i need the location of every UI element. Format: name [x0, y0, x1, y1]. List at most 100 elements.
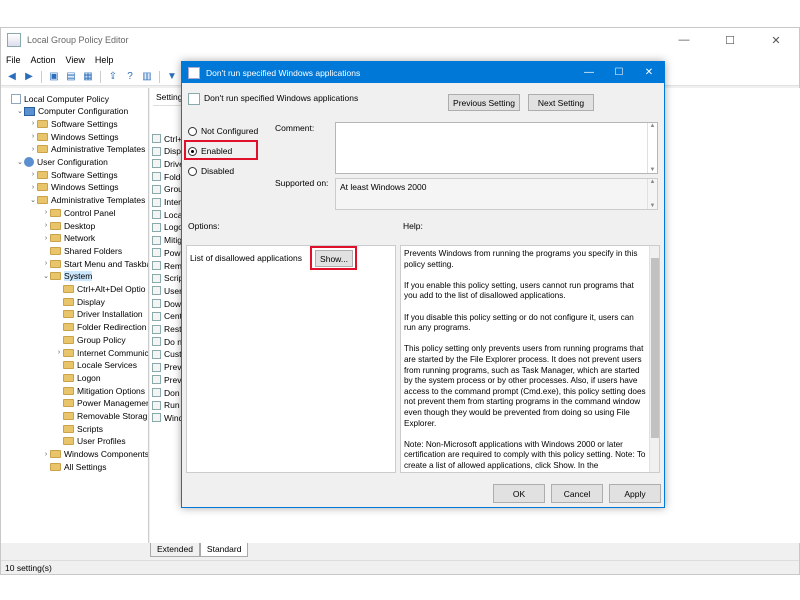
next-setting-button[interactable]: Next Setting	[528, 94, 594, 111]
tree-item[interactable]: › Network	[42, 232, 95, 245]
tree-item[interactable]: Mitigation Options	[55, 384, 145, 397]
tree-item[interactable]: Logon	[55, 371, 101, 384]
help-scroll-thumb[interactable]	[651, 258, 659, 438]
tree-item[interactable]: Scripts	[55, 422, 103, 435]
list-item[interactable]: Do n	[152, 335, 182, 348]
properties-icon[interactable]: ▥	[140, 70, 154, 84]
list-item[interactable]: Rest	[152, 323, 181, 336]
expand-chevron-icon[interactable]: ›	[42, 222, 50, 229]
list-item[interactable]: Prev	[152, 361, 181, 374]
tree-item[interactable]: ⌄ User Configuration	[16, 156, 108, 169]
list-item[interactable]: Cust	[152, 348, 181, 361]
comment-textbox[interactable]: ▲ ▼	[335, 122, 658, 174]
expand-chevron-icon[interactable]: ›	[42, 260, 50, 267]
tab-extended[interactable]: Extended	[150, 543, 200, 557]
ok-button[interactable]: OK	[493, 484, 545, 503]
tree-item[interactable]: User Profiles	[55, 435, 126, 448]
list-item[interactable]: Mitig	[152, 234, 182, 247]
filter-icon[interactable]: ▼	[165, 70, 179, 84]
scroll-down-icon[interactable]: ▼	[650, 203, 656, 209]
previous-setting-button[interactable]: Previous Setting	[448, 94, 520, 111]
dialog-minimize-button[interactable]: —	[574, 62, 604, 83]
list-item[interactable]: Ctrl+	[152, 132, 182, 145]
help-icon[interactable]: ?	[123, 70, 137, 84]
radio-circle[interactable]	[188, 126, 197, 136]
expand-chevron-icon[interactable]: ›	[29, 133, 37, 140]
list-item[interactable]: Logo	[152, 221, 183, 234]
scroll-down-icon[interactable]: ▼	[650, 167, 656, 173]
list-item[interactable]: Grou	[152, 183, 183, 196]
expand-chevron-icon[interactable]: ›	[29, 146, 37, 153]
list-item[interactable]: Dow	[152, 297, 181, 310]
list-item[interactable]: Cent	[152, 310, 182, 323]
expand-chevron-icon[interactable]: ⌄	[16, 158, 24, 166]
tree-item[interactable]: › Start Menu and Taskba	[42, 257, 148, 270]
menu-view[interactable]: View	[61, 55, 90, 65]
expand-chevron-icon[interactable]: ⌄	[29, 196, 37, 204]
tab-standard[interactable]: Standard	[199, 543, 249, 557]
tree-item[interactable]: Driver Installation	[55, 308, 143, 321]
expand-chevron-icon[interactable]: ›	[29, 184, 37, 191]
help-scrollbar[interactable]	[649, 246, 659, 472]
show-hide-tree-icon[interactable]: ▤	[64, 70, 78, 84]
tree-item[interactable]: Ctrl+Alt+Del Optio	[55, 283, 146, 296]
expand-chevron-icon[interactable]: ›	[42, 235, 50, 242]
export-list-icon[interactable]: ⇪	[106, 70, 120, 84]
tree-item[interactable]: ⌄ Administrative Templates	[29, 194, 145, 207]
expand-chevron-icon[interactable]: ›	[29, 171, 37, 178]
tree-item[interactable]: › Desktop	[42, 219, 95, 232]
tree-item[interactable]: Removable Storag	[55, 410, 147, 423]
cancel-button[interactable]: Cancel	[551, 484, 603, 503]
back-arrow-icon[interactable]: ◀	[5, 70, 19, 84]
list-item[interactable]: Drive	[152, 157, 184, 170]
expand-chevron-icon[interactable]: ›	[42, 451, 50, 458]
minimize-button[interactable]: —	[661, 28, 707, 52]
tree-item[interactable]: ⌄ Computer Configuration	[16, 105, 128, 118]
tree-item[interactable]: Local Computer Policy	[3, 92, 109, 105]
up-folder-icon[interactable]: ▣	[47, 70, 61, 84]
refresh-icon[interactable]: ▦	[81, 70, 95, 84]
comment-scrollbar[interactable]: ▲ ▼	[647, 123, 657, 173]
tree-item[interactable]: Shared Folders	[42, 244, 122, 257]
tree-item[interactable]: › Windows Settings	[29, 181, 119, 194]
close-button[interactable]: ✕	[753, 28, 799, 52]
supported-scrollbar[interactable]: ▲ ▼	[647, 179, 657, 209]
radio-not-configured[interactable]: Not Configured	[188, 126, 258, 136]
scroll-up-icon[interactable]: ▲	[650, 123, 656, 129]
tree-item[interactable]: › Software Settings	[29, 168, 118, 181]
expand-chevron-icon[interactable]: ›	[42, 209, 50, 216]
tree-item[interactable]: All Settings	[42, 460, 107, 473]
list-item[interactable]: Prev	[152, 373, 181, 386]
menu-file[interactable]: File	[1, 55, 26, 65]
expand-chevron-icon[interactable]: ›	[29, 120, 37, 127]
apply-button[interactable]: Apply	[609, 484, 661, 503]
tree-item[interactable]: › Administrative Templates	[29, 143, 146, 156]
dialog-close-button[interactable]: ✕	[634, 62, 664, 83]
tree-item[interactable]: Display	[55, 295, 105, 308]
list-item[interactable]: Loca	[152, 208, 182, 221]
list-item[interactable]: Disp	[152, 145, 181, 158]
menu-action[interactable]: Action	[26, 55, 61, 65]
expand-chevron-icon[interactable]: ›	[55, 349, 63, 356]
tree-item[interactable]: Group Policy	[55, 333, 126, 346]
list-item[interactable]: Interr	[152, 196, 184, 209]
list-item[interactable]: Run	[152, 399, 180, 412]
list-item[interactable]: Scrip	[152, 272, 183, 285]
tree-item[interactable]: ⌄ System	[42, 270, 93, 283]
scroll-up-icon[interactable]: ▲	[650, 179, 656, 185]
tree-item[interactable]: › Windows Settings	[29, 130, 119, 143]
expand-chevron-icon[interactable]: ⌄	[42, 272, 50, 280]
menu-help[interactable]: Help	[90, 55, 119, 65]
list-item[interactable]: Don	[152, 386, 180, 399]
radio-disabled[interactable]: Disabled	[188, 166, 234, 176]
list-item[interactable]: Rem	[152, 259, 182, 272]
dialog-maximize-button[interactable]: ☐	[604, 62, 634, 83]
expand-chevron-icon[interactable]: ⌄	[16, 107, 24, 115]
forward-arrow-icon[interactable]: ▶	[22, 70, 36, 84]
tree-item[interactable]: › Control Panel	[42, 206, 116, 219]
tree-item[interactable]: Locale Services	[55, 359, 137, 372]
radio-circle[interactable]	[188, 166, 197, 176]
maximize-button[interactable]: ☐	[707, 28, 753, 52]
tree-item[interactable]: Folder Redirection	[55, 321, 146, 334]
tree-item[interactable]: › Software Settings	[29, 117, 118, 130]
